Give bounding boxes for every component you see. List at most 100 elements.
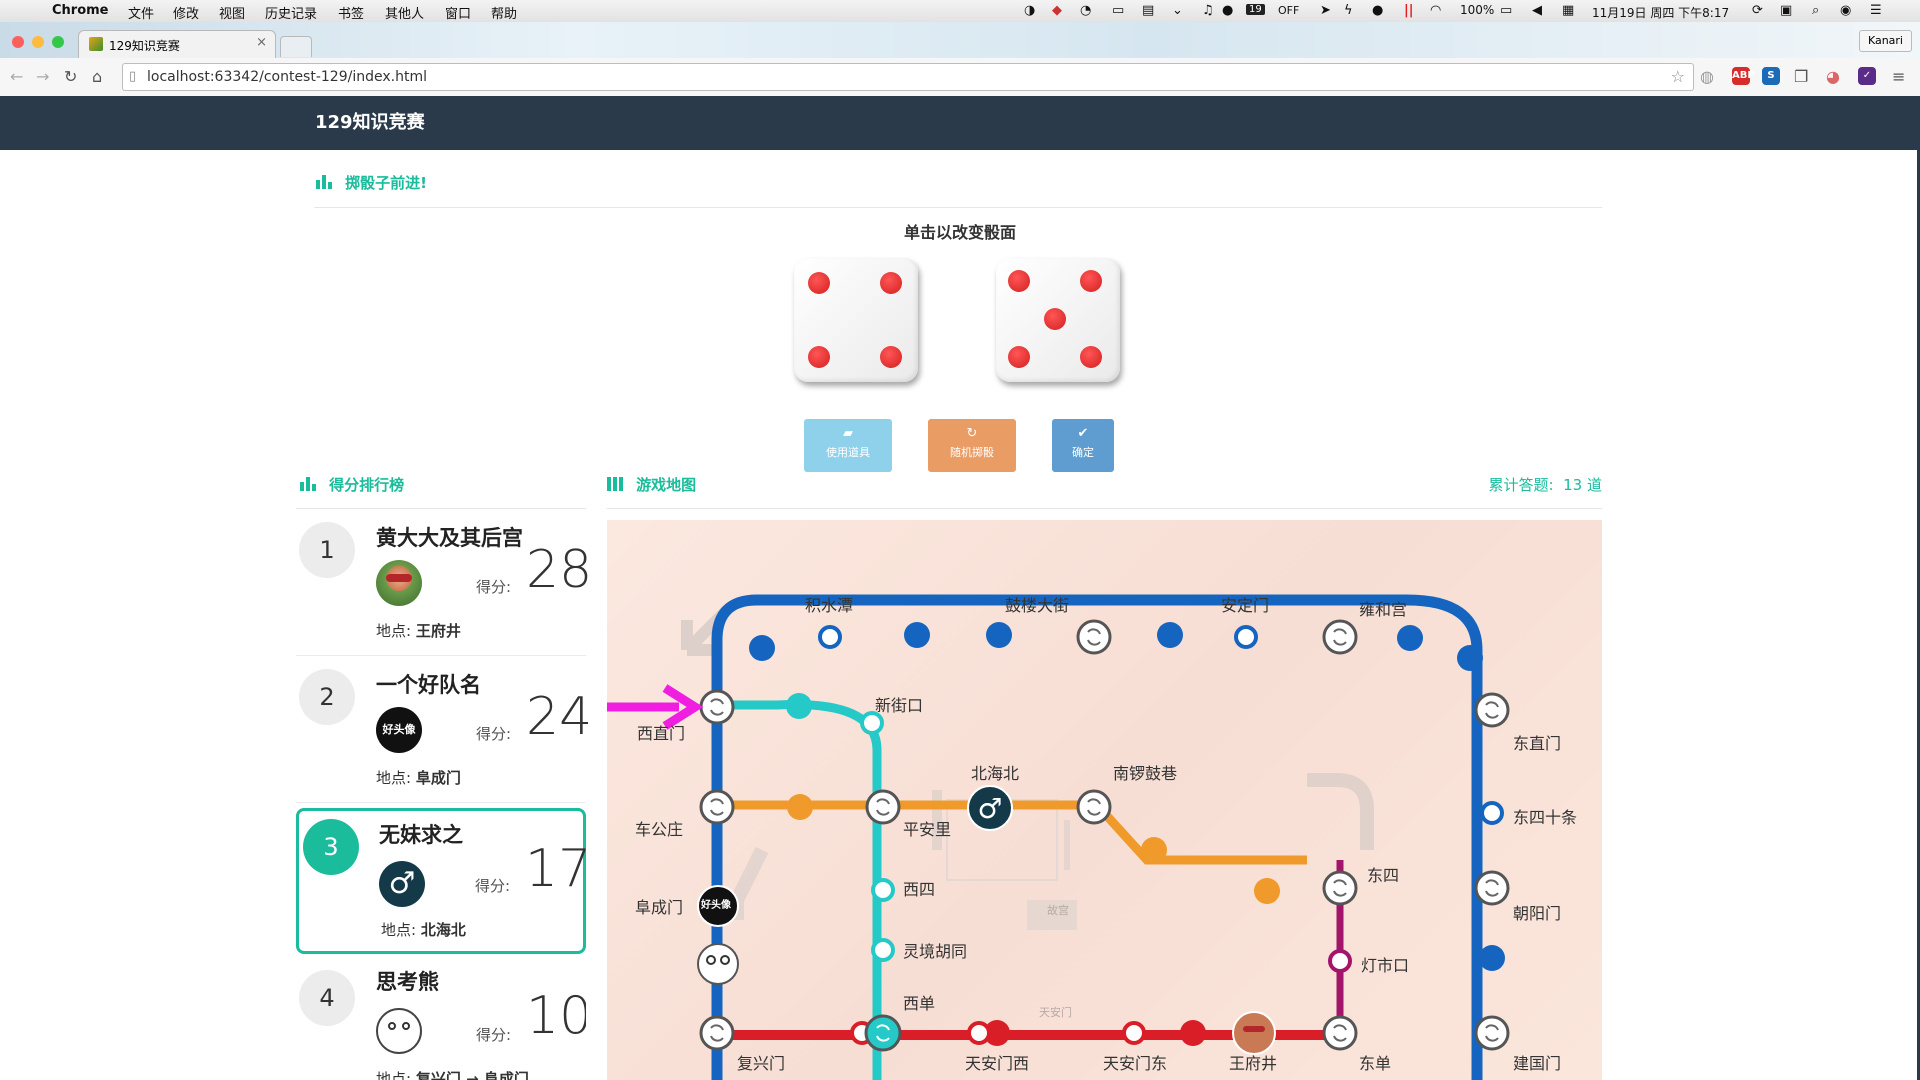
back-icon[interactable]: ← <box>10 67 23 86</box>
notes-status-icon[interactable]: ▣ <box>1780 3 1792 18</box>
reload-icon[interactable]: ↻ <box>64 67 77 86</box>
leaderboard-row[interactable]: 4 思考熊 得分: 10 地点: 复兴门 → 阜成门 <box>296 958 586 1080</box>
station-dongsi[interactable] <box>1322 870 1358 906</box>
station-chaoyangmen[interactable] <box>1474 870 1510 906</box>
dice-section-title: 掷骰子前进! <box>345 174 427 192</box>
menu-chrome[interactable]: Chrome <box>52 3 109 18</box>
close-window-button[interactable] <box>12 36 24 48</box>
use-item-button[interactable]: ▰ 使用道具 <box>804 419 892 472</box>
dropbox-status-icon[interactable]: ▤ <box>1142 3 1154 18</box>
us-flag-icon[interactable]: ▦ <box>1562 3 1574 18</box>
station-xisi[interactable] <box>871 878 895 902</box>
volume-icon[interactable]: ◀ <box>1532 3 1542 18</box>
station-xinjiekou[interactable] <box>860 711 884 735</box>
die-1[interactable] <box>794 258 918 382</box>
status-badge: 19 <box>1246 4 1265 15</box>
random-roll-button[interactable]: ↻ 随机掷骰 <box>928 419 1016 472</box>
search-spotlight-icon[interactable]: ⌕ <box>1812 3 1819 18</box>
leaderboard-row[interactable]: 2 一个好队名 好头像 得分: 24 地点: 阜成门 <box>296 657 592 803</box>
confirm-button[interactable]: ✔ 确定 <box>1052 419 1114 472</box>
ext-avatar-icon[interactable]: ◕ <box>1826 67 1840 86</box>
profile-button[interactable]: Kanari <box>1858 30 1912 52</box>
station-chegongzhuang[interactable] <box>699 789 735 825</box>
shield-status-icon[interactable]: ◆ <box>1052 3 1062 18</box>
user-status-icon[interactable]: ◉ <box>1840 3 1851 18</box>
menu-bookmarks[interactable]: 书签 <box>338 3 364 22</box>
leaderboard-row-active[interactable]: 3 无妹求之 ♂ 得分: 17 地点: 北海北 <box>296 808 591 954</box>
tab-close-icon[interactable]: × <box>256 35 267 50</box>
station-tiananmendong[interactable] <box>1122 1021 1146 1045</box>
station-xidan[interactable] <box>864 1014 902 1052</box>
menu-help[interactable]: 帮助 <box>491 3 517 22</box>
ext-docs-icon[interactable]: ❐ <box>1794 67 1808 86</box>
wechat-status-icon[interactable]: ● <box>1222 3 1233 18</box>
forward-icon[interactable]: → <box>36 67 49 86</box>
qq-status-icon[interactable]: ● <box>1372 3 1383 18</box>
team-score: 10 <box>526 986 586 1046</box>
wifi-icon[interactable]: ◠ <box>1430 3 1441 18</box>
label-tiananmenxi: 天安门西 <box>965 1054 1030 1073</box>
station-jishuitan[interactable] <box>818 625 842 649</box>
audio-status-icon[interactable]: ◔ <box>1080 3 1091 18</box>
station-dengshikou[interactable] <box>1328 949 1352 973</box>
rank-badge: 4 <box>299 970 355 1026</box>
home-icon[interactable]: ⌂ <box>92 67 102 86</box>
station-yonghegong[interactable] <box>1322 619 1358 655</box>
status-icon-1[interactable]: ◑ <box>1024 3 1035 18</box>
app-brand[interactable]: 129知识竞赛 <box>315 96 425 150</box>
chevron-status-icon[interactable]: ⌄ <box>1172 3 1183 18</box>
station-tiananmenxi-2[interactable] <box>967 1021 991 1045</box>
battery-icon[interactable]: ▭ <box>1500 3 1512 18</box>
bar-chart-icon <box>316 175 332 189</box>
minimize-window-button[interactable] <box>32 36 44 48</box>
menu-people[interactable]: 其他人 <box>385 3 424 22</box>
menu-edit[interactable]: 修改 <box>173 3 199 22</box>
station-jianguomen[interactable] <box>1474 1015 1510 1051</box>
pause-status-icon[interactable]: || <box>1404 3 1414 18</box>
ext-globe-icon[interactable]: ◍ <box>1700 67 1714 86</box>
notification-center-icon[interactable]: ☰ <box>1870 3 1882 18</box>
token-photo[interactable] <box>1232 1011 1276 1055</box>
new-tab-button[interactable] <box>280 36 312 57</box>
leaderboard-row[interactable]: 1 黄大大及其后宫 得分: 28 地点: 王府井 <box>296 510 592 656</box>
address-bar[interactable]: ▯ localhost:63342/contest-129/index.html… <box>122 63 1694 91</box>
send-status-icon[interactable]: ➤ <box>1320 3 1331 18</box>
star-icon[interactable]: ☆ <box>1671 64 1685 90</box>
station-dongsishitiao[interactable] <box>1480 801 1504 825</box>
menu-view[interactable]: 视图 <box>219 3 245 22</box>
label-nanluoguxiang: 南锣鼓巷 <box>1113 764 1178 783</box>
game-map[interactable]: ♂ 积水潭 鼓楼大街 安定门 雍和宫 西直门 新街口 东直门 北海北 南锣鼓巷 … <box>607 520 1602 1080</box>
station-fuxingmen[interactable] <box>699 1015 735 1051</box>
menu-file[interactable]: 文件 <box>128 3 154 22</box>
sync-status-icon[interactable]: ⟳ <box>1752 3 1763 18</box>
station-dongdan[interactable] <box>1322 1015 1358 1051</box>
clock[interactable]: 11月19日 周四 下午8:17 <box>1592 4 1729 21</box>
station-pinganli[interactable] <box>865 789 901 825</box>
v-extension-icon[interactable]: ✓ <box>1858 67 1876 85</box>
label-gulou: 鼓楼大街 <box>1005 596 1070 615</box>
menu-window[interactable]: 窗口 <box>445 3 471 22</box>
location-label: 地点: <box>376 769 412 787</box>
chrome-menu-icon[interactable]: ≡ <box>1892 67 1905 86</box>
s-extension-icon[interactable]: S <box>1762 67 1780 85</box>
token-bear[interactable] <box>697 943 739 985</box>
station-dongzhimen[interactable] <box>1474 692 1510 728</box>
station-gulou[interactable] <box>1076 619 1112 655</box>
tab-active[interactable]: 129知识竞赛 × <box>78 30 276 59</box>
station-andingmen[interactable] <box>1234 625 1258 649</box>
display-status-icon[interactable]: ▭ <box>1112 3 1124 18</box>
answered-value: 13 道 <box>1563 476 1602 494</box>
url-text[interactable]: localhost:63342/contest-129/index.html <box>147 64 427 90</box>
adblock-icon[interactable]: ABP <box>1732 67 1755 85</box>
bolt-status-icon[interactable]: ϟ <box>1344 3 1353 18</box>
die-2[interactable] <box>996 258 1120 382</box>
bell-status-icon[interactable]: ♫ <box>1202 3 1214 18</box>
zoom-window-button[interactable] <box>52 36 64 48</box>
station-nanluoguxiang[interactable] <box>1076 789 1112 825</box>
label-yonghegong: 雍和宫 <box>1359 600 1408 619</box>
toggle-off-status[interactable]: OFF <box>1278 4 1299 17</box>
menu-history[interactable]: 历史记录 <box>265 3 317 22</box>
station-xizhimen[interactable] <box>699 689 735 725</box>
glasses-shape <box>1243 1026 1265 1032</box>
station-lingjing[interactable] <box>871 938 895 962</box>
